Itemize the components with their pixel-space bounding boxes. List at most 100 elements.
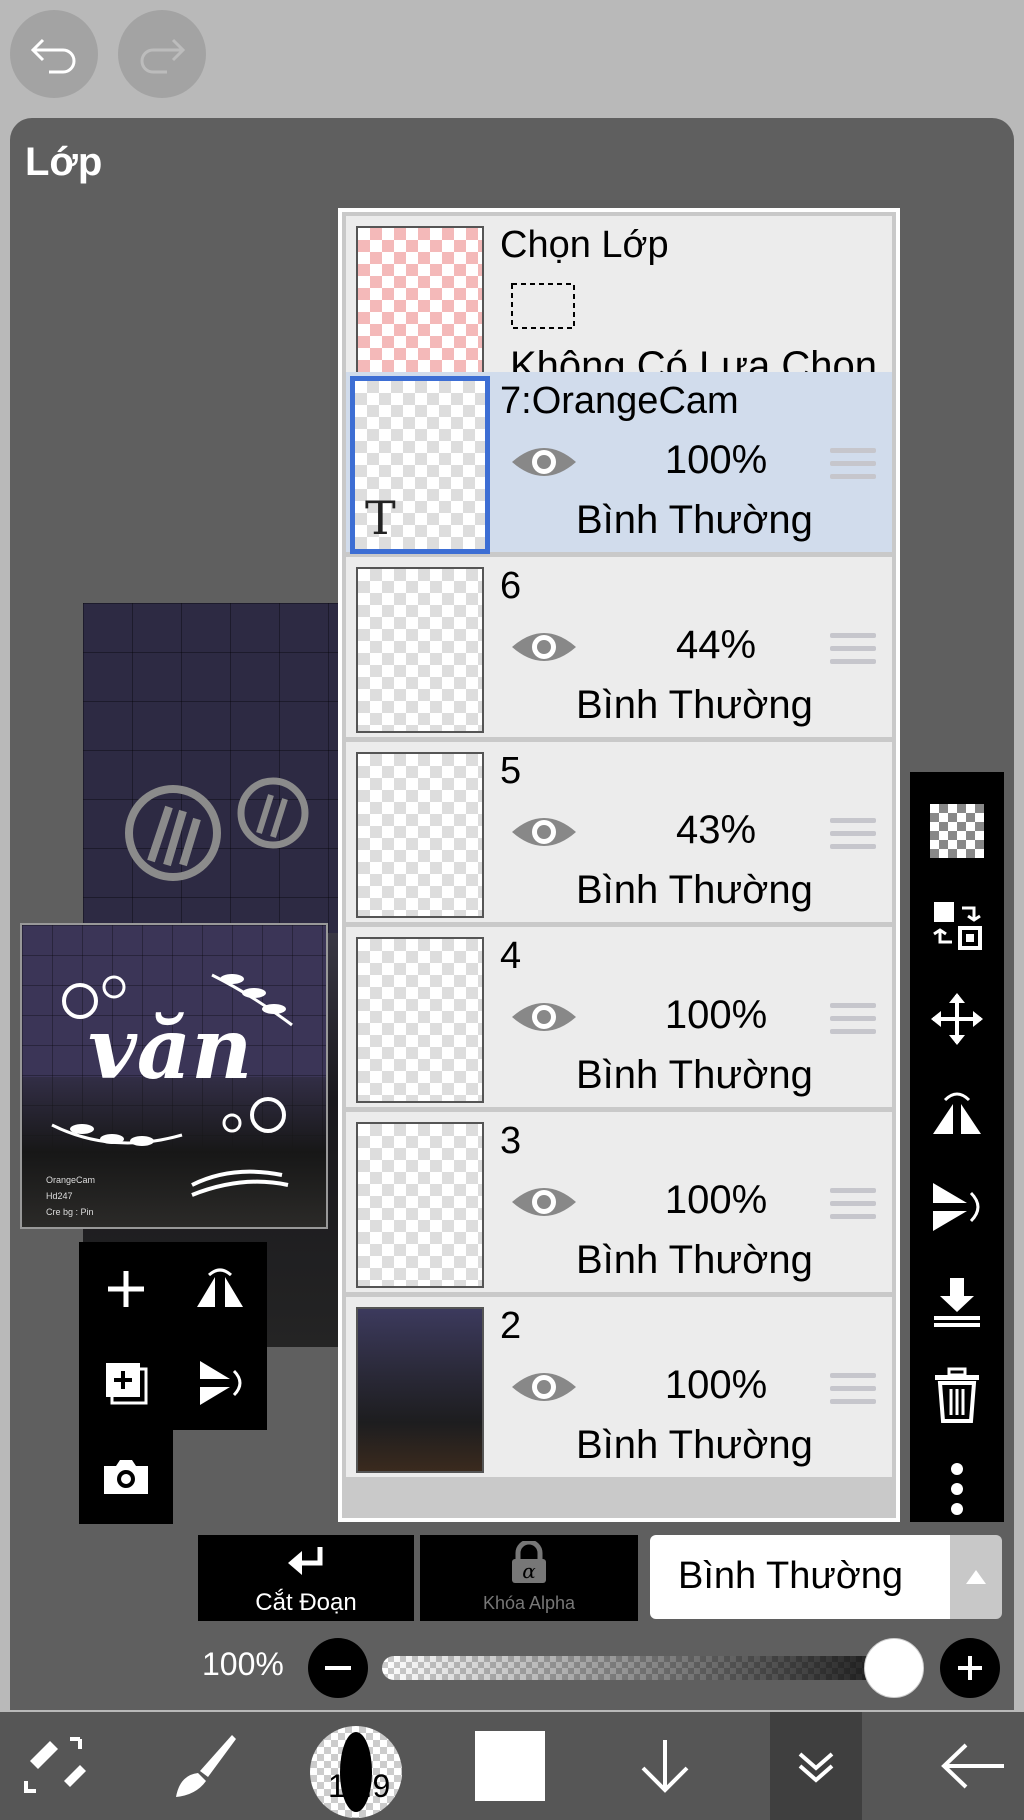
selection-layer-row[interactable]: Chọn Lớp Không Có Lựa Chọn [346,216,892,392]
layer-thumbnail: T [350,376,490,554]
brush-tool-button[interactable] [160,1712,250,1820]
svg-text:α: α [522,1559,536,1583]
move-button[interactable] [910,972,1004,1066]
layer-blend-mode: Bình Thường [576,1238,813,1282]
visibility-eye-icon[interactable] [510,810,578,854]
add-layer-copy-icon [106,1363,148,1405]
delete-layer-button[interactable] [910,1348,1004,1442]
visibility-eye-icon[interactable] [510,440,578,484]
drag-handle-icon[interactable] [830,448,876,487]
layer-opacity: 100% [664,993,768,1037]
layer-row[interactable]: 3 100% Bình Thường [346,1112,892,1292]
triangle-up-icon [966,1570,986,1584]
camera-icon [104,1460,148,1494]
visibility-eye-icon[interactable] [510,995,578,1039]
layer-opacity: 100% [664,1178,768,1222]
flip-horizontal-icon [197,1268,243,1307]
arrow-left-icon [941,1743,1004,1789]
layer-row[interactable]: 6 44% Bình Thường [346,557,892,737]
drag-handle-icon[interactable] [830,1188,876,1227]
layer-name: 4 [500,935,522,977]
color-swatch [475,1731,545,1801]
brush-size-button[interactable]: 18.9 [308,1712,404,1820]
trash-icon [935,1367,979,1423]
alpha-lock-label: Khóa Alpha [482,1593,576,1613]
drag-handle-icon[interactable] [830,1373,876,1412]
minus-icon [325,1666,351,1670]
clipping-button[interactable]: Cắt Đoạn [198,1535,414,1621]
layer-opacity: 44% [675,623,757,667]
flip-vertical-button[interactable] [173,1336,267,1430]
plus-icon [958,1656,982,1680]
drag-handle-icon[interactable] [830,818,876,857]
layer-row[interactable]: T 7:OrangeCam 100% Bình Thường [346,372,892,554]
redo-button[interactable] [118,10,206,98]
arrow-down-icon [641,1740,689,1793]
layer-name: 2 [500,1305,522,1347]
visibility-eye-icon[interactable] [510,1365,578,1409]
opacity-slider-knob[interactable] [864,1638,924,1698]
layer-name: 7:OrangeCam [500,380,739,422]
blend-mode-dropdown[interactable] [950,1535,1002,1619]
layer-name: 3 [500,1120,522,1162]
layer-opacity: 43% [675,808,757,852]
layer-blend-mode: Bình Thường [576,498,813,542]
clipping-label: Cắt Đoạn [255,1589,357,1616]
camera-button[interactable] [79,1430,173,1524]
layer-row[interactable]: 4 100% Bình Thường [346,927,892,1107]
artwork-thumbnail[interactable]: văn OrangeCam Hd247 Cre bg : Pin [20,923,328,1229]
move-icon [931,993,983,1045]
opacity-value-label: 100% [202,1646,284,1682]
swirl-decoration-icon [51,1097,289,1197]
back-button[interactable] [928,1712,1018,1820]
brush-size-value: 18.9 [328,1768,391,1804]
drag-handle-icon[interactable] [830,1003,876,1042]
panel-title: Lớp [25,140,103,184]
merge-down-button[interactable] [910,1254,1004,1348]
undo-button[interactable] [10,10,98,98]
transform-eraser-icon [24,1737,86,1793]
layer-name: 6 [500,565,522,607]
add-folder-button[interactable] [79,1336,173,1430]
layer-blend-mode: Bình Thường [576,1053,813,1097]
layer-name: 5 [500,750,522,792]
right-toolbar [910,772,1004,1522]
opacity-increase-button[interactable] [940,1638,1000,1698]
down-arrow-button[interactable] [620,1712,710,1820]
blend-mode-select[interactable]: Bình Thường [650,1535,950,1619]
layer-thumbnail [356,1307,484,1473]
layer-thumbnail [356,752,484,918]
swap-icon [933,902,982,950]
credit-line: Hd247 [46,1191,73,1201]
drag-handle-icon[interactable] [830,633,876,672]
color-button[interactable] [470,1712,550,1820]
add-layer-button[interactable] [79,1242,173,1336]
flip-vertical-icon [933,1183,980,1231]
plus-icon [108,1271,144,1307]
more-options-button[interactable] [910,1442,1004,1536]
transparency-button[interactable] [910,784,1004,878]
chevron-double-down-icon [798,1752,834,1783]
transform-tool-button[interactable] [10,1712,100,1820]
opacity-slider-track[interactable] [382,1656,912,1680]
layer-row[interactable]: 5 43% Bình Thường [346,742,892,922]
selection-thumbnail [356,226,484,392]
visibility-eye-icon[interactable] [510,1180,578,1224]
selection-layer-title: Chọn Lớp [500,224,669,266]
left-layer-tools [79,1242,267,1524]
flip-h-button[interactable] [910,1066,1004,1160]
visibility-eye-icon[interactable] [510,625,578,669]
opacity-decrease-button[interactable] [308,1638,368,1698]
clip-arrow-icon [288,1547,323,1575]
flip-v-button[interactable] [910,1160,1004,1254]
thumbnail-word: văn [88,999,253,1098]
layer-thumbnail [356,1122,484,1288]
flip-horizontal-button[interactable] [173,1242,267,1336]
checker-icon [930,804,984,858]
layer-blend-mode: Bình Thường [576,1423,813,1467]
alpha-lock-button[interactable]: α Khóa Alpha [420,1535,638,1621]
layer-row[interactable]: 2 100% Bình Thường [346,1297,892,1477]
layers-toggle-button[interactable] [770,1712,862,1820]
swap-button[interactable] [910,878,1004,972]
flip-horizontal-icon [933,1092,981,1134]
